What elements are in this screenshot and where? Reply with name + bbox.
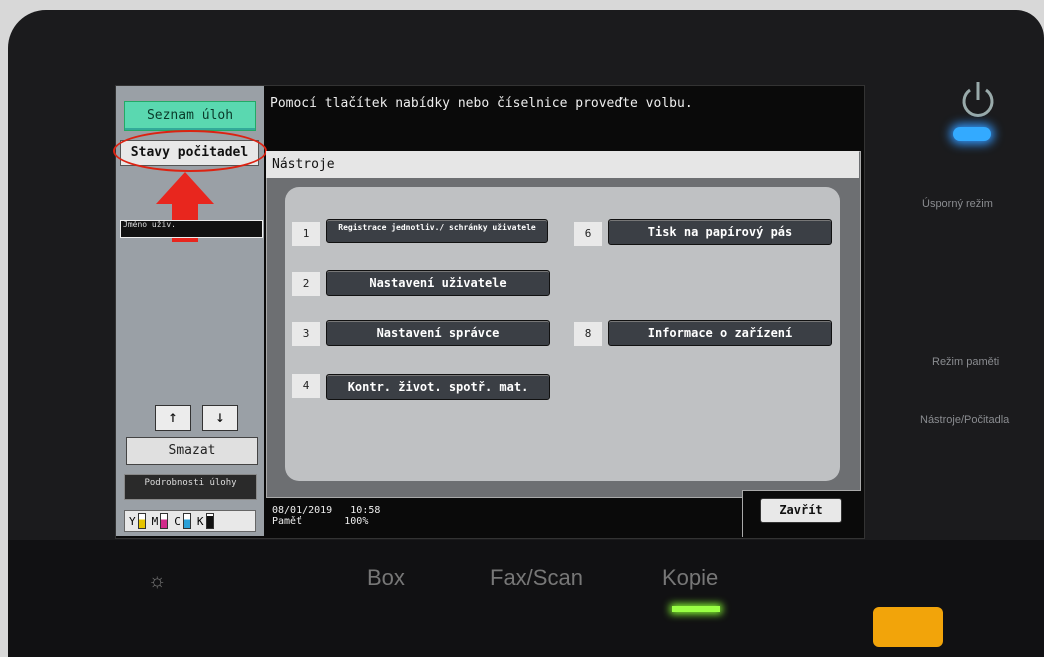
power-led	[953, 127, 991, 141]
toner-k-label: K	[196, 514, 204, 528]
instruction-message: Pomocí tlačítek nabídky nebo číselnice p…	[270, 96, 693, 111]
copy-button[interactable]: Kopie	[662, 565, 718, 591]
toner-levels: Y M C K	[124, 510, 256, 532]
copy-led	[672, 606, 720, 612]
toner-y-label: Y	[129, 514, 136, 528]
job-list-button[interactable]: Seznam úloh	[124, 101, 256, 131]
eco-mode-label: Úsporný režim	[922, 198, 993, 210]
toner-k-bar	[205, 513, 214, 529]
memory-label: Paměť	[272, 516, 303, 527]
memory-value: 100%	[344, 516, 369, 527]
option-register-boxes[interactable]: Registrace jednotliv./ schránky uživatel…	[326, 219, 548, 243]
memory-mode-label: Režim paměti	[932, 356, 1000, 368]
option-admin-settings[interactable]: Nastavení správce	[326, 320, 550, 346]
fax-scan-button[interactable]: Fax/Scan	[490, 565, 583, 591]
option-number: 8	[574, 322, 602, 346]
option-number: 3	[292, 322, 320, 346]
job-details-button[interactable]: Podrobnosti úlohy	[124, 474, 257, 500]
option-consumables-life[interactable]: Kontr. život. spotř. mat.	[326, 374, 550, 400]
option-number: 2	[292, 272, 320, 296]
status-date: 08/01/2019	[272, 505, 333, 516]
clear-button[interactable]: Smazat	[126, 437, 258, 465]
scroll-down-button[interactable]: ↓	[202, 405, 238, 431]
user-name-label: Jméno uživ.	[120, 220, 263, 238]
option-banner-print[interactable]: Tisk na papírový pás	[608, 219, 832, 245]
scroll-up-button[interactable]: ↑	[155, 405, 191, 431]
toner-c-bar	[182, 513, 191, 529]
brightness-icon[interactable]: ☼	[148, 570, 166, 593]
window-title: Nástroje	[266, 151, 859, 178]
toner-c-label: C	[174, 514, 181, 528]
power-icon[interactable]	[958, 80, 998, 120]
tools-counter-label: Nástroje/Počitadla	[920, 414, 1010, 426]
toner-y-bar	[137, 513, 146, 529]
close-button[interactable]: Zavřít	[760, 498, 842, 523]
option-number: 4	[292, 374, 320, 398]
option-user-settings[interactable]: Nastavení uživatele	[326, 270, 550, 296]
option-number: 1	[292, 222, 320, 246]
start-button[interactable]	[873, 607, 943, 647]
toner-m-bar	[160, 513, 169, 529]
option-number: 6	[574, 222, 602, 246]
status-datetime: 08/01/2019 10:58 Paměť 100%	[272, 505, 380, 527]
box-button[interactable]: Box	[367, 565, 405, 591]
highlight-ellipse	[113, 130, 267, 172]
toner-m-label: M	[151, 514, 159, 528]
status-time: 10:58	[350, 505, 381, 516]
option-device-info[interactable]: Informace o zařízení	[608, 320, 832, 346]
